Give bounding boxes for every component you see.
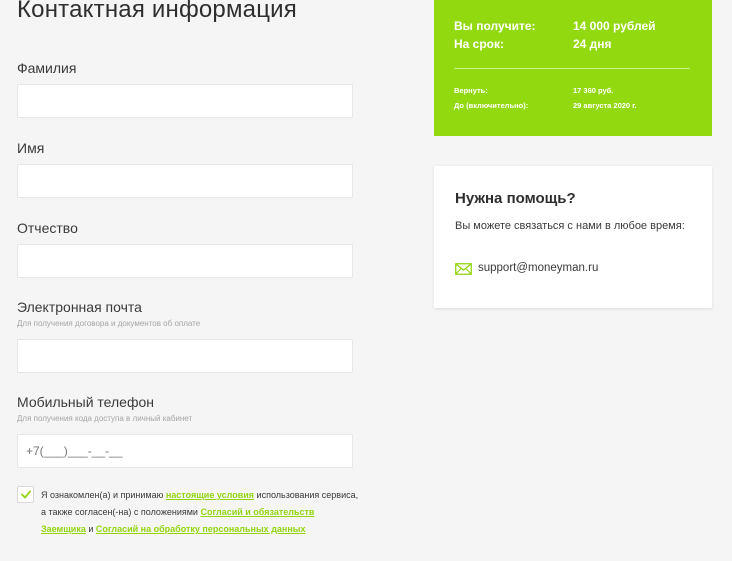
envelope-icon xyxy=(455,263,472,275)
first-name-label: Имя xyxy=(17,140,45,156)
receive-label: Вы получите: xyxy=(454,19,536,33)
email-hint: Для получения договора и документов об о… xyxy=(17,319,201,328)
last-name-field[interactable] xyxy=(17,84,353,118)
email-field[interactable] xyxy=(17,339,353,373)
consent-text-mid2: и xyxy=(85,524,96,534)
middle-name-field[interactable] xyxy=(17,244,353,278)
page-title: Контактная информация xyxy=(17,0,297,23)
email-label: Электронная почта xyxy=(17,299,142,315)
support-email-link[interactable]: support@moneyman.ru xyxy=(478,262,598,274)
consent-text-before: Я ознакомлен(а) и принимаю xyxy=(41,490,166,500)
terms-link[interactable]: настоящие условия xyxy=(166,490,254,500)
help-card: Нужна помощь? Вы можете связаться с нами… xyxy=(434,166,712,308)
term-label: На срок: xyxy=(454,37,505,51)
loan-summary-card: Вы получите: 14 000 рублей На срок: 24 д… xyxy=(434,0,712,136)
consent-checkbox[interactable] xyxy=(17,486,34,503)
help-title: Нужна помощь? xyxy=(455,190,576,207)
consent-text: Я ознакомлен(а) и принимаю настоящие усл… xyxy=(41,487,361,538)
last-name-label: Фамилия xyxy=(17,60,77,76)
term-value: 24 дня xyxy=(573,37,612,51)
phone-field[interactable] xyxy=(17,434,353,468)
middle-name-label: Отчество xyxy=(17,220,78,236)
checkmark-icon xyxy=(21,490,31,499)
help-text: Вы можете связаться с нами в любое время… xyxy=(455,220,685,232)
phone-hint: Для получения кода доступа в личный каби… xyxy=(17,414,193,423)
phone-label: Мобильный телефон xyxy=(17,394,154,410)
personal-data-consent-link[interactable]: Согласий на обработку персональных данны… xyxy=(96,524,306,534)
return-label: Вернуть: xyxy=(454,86,488,95)
return-value: 17 360 руб. xyxy=(573,86,614,95)
first-name-field[interactable] xyxy=(17,164,353,198)
receive-value: 14 000 рублей xyxy=(573,19,656,33)
summary-divider xyxy=(454,68,690,69)
until-value: 29 августа 2020 г. xyxy=(573,101,637,110)
until-label: До (включительно): xyxy=(454,101,529,110)
